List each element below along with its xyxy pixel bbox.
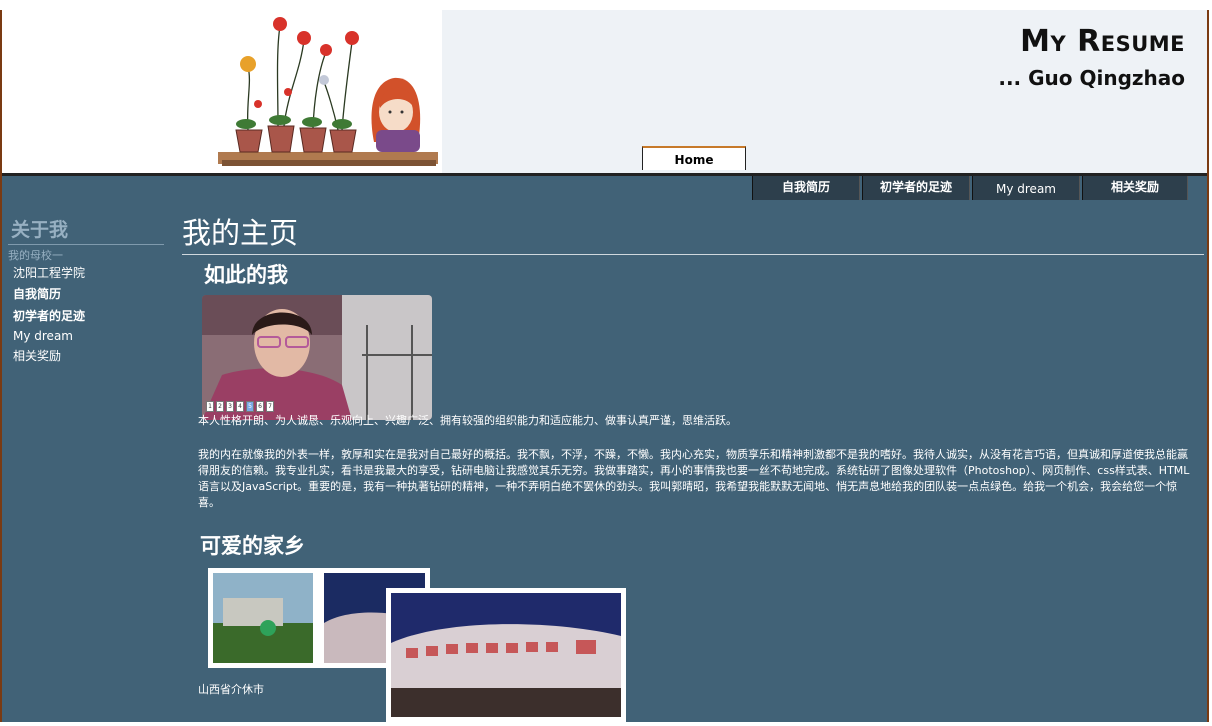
sidebar-item-resume[interactable]: 自我简历 [8,285,164,302]
portrait-slideshow[interactable]: 1 2 3 4 5 6 7 [202,295,432,420]
tab-home[interactable]: Home [642,146,746,170]
slide-dot[interactable]: 7 [266,401,274,412]
self-description-paragraph: 我的内在就像我的外表一样，敦厚和实在是我对自己最好的概括。我不飘，不浮，不躁，不… [198,448,1190,509]
sidebar: 关于我 我的母校一 沈阳工程学院 自我简历 初学者的足迹 My dream 相关… [8,215,164,364]
sidebar-item-footprints[interactable]: 初学者的足迹 [8,307,164,324]
sidebar-title: 关于我 [8,215,164,245]
slide-dot-active[interactable]: 5 [246,401,254,412]
nav-resume[interactable]: 自我简历 [752,176,860,200]
site-header: My Resume ... Guo Qingzhao Home [2,10,1207,176]
sidebar-item-school[interactable]: 沈阳工程学院 [8,264,164,281]
slide-dot[interactable]: 6 [256,401,264,412]
site-title: My Resume [1020,24,1185,59]
slide-dot[interactable]: 3 [226,401,234,412]
slide-indicators: 1 2 3 4 5 6 7 [206,401,274,412]
nav-awards[interactable]: 相关奖励 [1082,176,1188,200]
intro-paragraph: 本人性格开朗、为人诚恳、乐观向上、兴趣广泛、拥有较强的组织能力和适应能力、做事认… [198,414,737,427]
slide-dot[interactable]: 4 [236,401,244,412]
sidebar-item-awards[interactable]: 相关奖励 [8,347,164,364]
nav-footprints[interactable]: 初学者的足迹 [862,176,970,200]
slide-dot[interactable]: 2 [216,401,224,412]
header-illustration [218,17,438,166]
hometown-location: 山西省介休市 [198,683,264,696]
page-title: 我的主页 [182,210,1204,255]
section-title-hometown: 可爱的家乡 [200,533,305,558]
hometown-photo-stone [391,593,621,717]
slide-dot[interactable]: 1 [206,401,214,412]
section-title-about: 如此的我 [204,262,288,287]
sidebar-subtitle: 我的母校一 [8,249,63,262]
main-content: 我的主页 如此的我 [182,210,1204,289]
nav-my-dream[interactable]: My dream [972,176,1080,200]
sidebar-item-my-dream[interactable]: My dream [8,329,164,343]
page-frame: My Resume ... Guo Qingzhao Home 自我简历 初学者… [0,10,1209,722]
site-subtitle: ... Guo Qingzhao [998,66,1185,90]
hometown-photo-enlarged[interactable] [386,588,626,722]
